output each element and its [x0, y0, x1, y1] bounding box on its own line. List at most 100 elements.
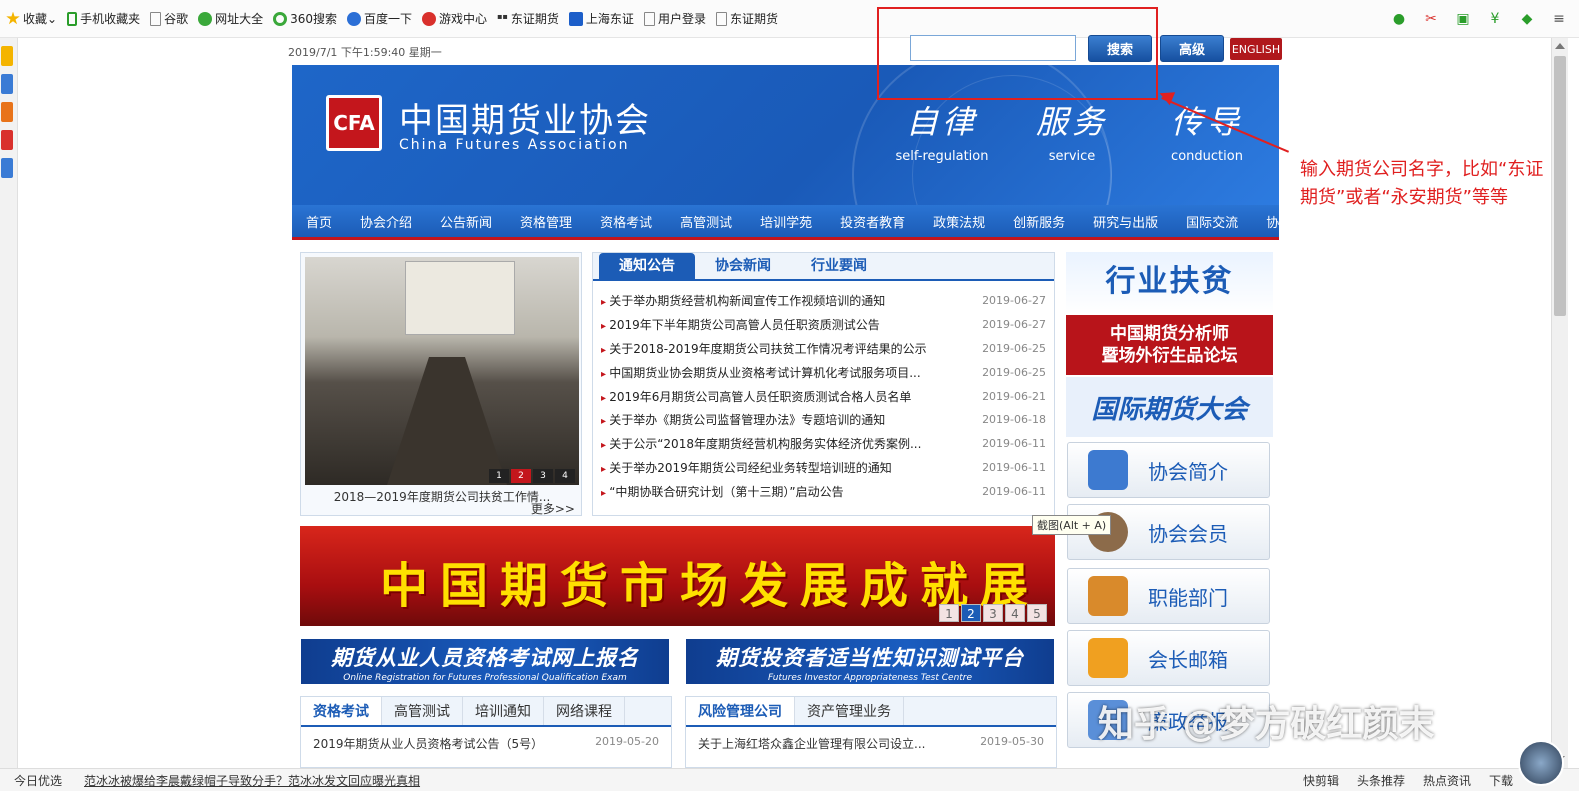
analyst-forum-banner[interactable]: 中国期货分析师 暨场外衍生品论坛 [1066, 315, 1273, 375]
nav-research[interactable]: 研究与出版 [1079, 212, 1172, 231]
watermark: 知乎 @梦方破红颜末 [1098, 704, 1435, 745]
weibo-icon[interactable] [1, 130, 13, 150]
nav-training[interactable]: 培训学苑 [746, 212, 826, 231]
list-item[interactable]: 关于举办2019年期货公司经纪业务转型培训班的通知2019-06-11 [601, 456, 1046, 480]
fav-item-baidu[interactable]: 百度一下 [347, 10, 412, 27]
fav-item-hao[interactable]: 网址大全 [198, 10, 263, 27]
tab-assoc-news[interactable]: 协会新闻 [695, 253, 791, 279]
risk-panel: 风险管理公司 资产管理业务 关于上海红塔众鑫企业管理有限公司设立... 2019… [685, 696, 1057, 768]
star-icon[interactable] [1, 46, 13, 66]
plus-circle-icon [198, 11, 213, 26]
fav-item-dzqh2[interactable]: 东证期货 [715, 10, 778, 27]
fav-item-dzqh[interactable]: ▪▪ 东证期货 [497, 10, 559, 27]
app-icon[interactable] [1, 102, 13, 122]
nav-exec-test[interactable]: 高管测试 [666, 212, 746, 231]
nav-investor-edu[interactable]: 投资者教育 [826, 212, 919, 231]
nav-home[interactable]: 首页 [292, 212, 346, 231]
today-pick[interactable]: 今日优选 [0, 772, 62, 789]
list-icon[interactable] [1, 74, 13, 94]
doc-icon[interactable] [1, 158, 13, 178]
tab-industry-news[interactable]: 行业要闻 [791, 253, 887, 279]
list-item[interactable]: 关于上海红塔众鑫企业管理有限公司设立... 2019-05-30 [686, 727, 1056, 752]
notice-tabs: 通知公告 协会新闻 行业要闻 [593, 253, 1054, 281]
list-item[interactable]: 关于举办《期货公司监督管理办法》专题培训的通知2019-06-18 [601, 408, 1046, 432]
slider-page-active[interactable]: 2 [511, 469, 531, 483]
meeting-photo[interactable]: 1 2 3 4 [305, 257, 579, 485]
tab-exam[interactable]: 资格考试 [301, 697, 382, 725]
tab-asset-mgmt[interactable]: 资产管理业务 [795, 697, 904, 725]
fav-item-collect[interactable]: 收藏 ⌄ [6, 10, 57, 27]
nav-qualification[interactable]: 资格管理 [506, 212, 586, 231]
hot-news-button[interactable]: 热点资讯 [1423, 772, 1471, 789]
scroll-up-icon[interactable] [1555, 43, 1565, 49]
banner-page-active[interactable]: 2 [961, 604, 981, 622]
fav-item-mobile[interactable]: 手机收藏夹 [67, 10, 140, 27]
fav-item-google[interactable]: 谷歌 [150, 10, 188, 27]
avatar[interactable] [1518, 740, 1564, 786]
tab-online-course[interactable]: 网络课程 [544, 697, 625, 725]
nav-about[interactable]: 协会介绍 [346, 212, 426, 231]
tab-exec-test[interactable]: 高管测试 [382, 697, 463, 725]
list-item[interactable]: 2019年期货从业人员资格考试公告（5号） 2019-05-20 [301, 727, 671, 752]
quick-edit-button[interactable]: 快剪辑 [1303, 772, 1339, 789]
banner-page[interactable]: 4 [1005, 604, 1025, 622]
list-item[interactable]: 关于公示“2018年度期货经营机构服务实体经济优秀案例...2019-06-11 [601, 432, 1046, 456]
tab-training-notice[interactable]: 培训通知 [463, 697, 544, 725]
advanced-search-button[interactable]: 高级 [1160, 35, 1224, 62]
banner-page[interactable]: 5 [1027, 604, 1047, 622]
intl-conference-banner[interactable]: 国际期货大会 [1066, 377, 1273, 437]
list-item[interactable]: 中国期货业协会期货从业资格考试计算机化考试服务项目...2019-06-25 [601, 360, 1046, 384]
shield-icon[interactable]: ● [1389, 9, 1409, 29]
exhibition-banner[interactable]: 中国期货市场发展成就展 1 2 3 4 5 [300, 526, 1055, 626]
nav-mailbox[interactable]: 协会邮箱 [1252, 212, 1332, 231]
poverty-alleviation-banner[interactable]: 行业扶贫 [1066, 252, 1273, 314]
banner-page[interactable]: 1 [939, 604, 959, 622]
scissors-icon[interactable]: ✂ [1421, 9, 1441, 29]
news-ticker[interactable]: 范冰冰被爆给李晨戴绿帽子导致分手？范冰冰发文回应曝光真相 [84, 772, 420, 789]
logo[interactable]: CFA [326, 95, 382, 151]
blue-square-icon [568, 11, 583, 26]
menu-departments-button[interactable]: 职能部门 [1067, 568, 1270, 624]
banner-page[interactable]: 3 [983, 604, 1003, 622]
menu-president-mail-button[interactable]: 会长邮箱 [1067, 630, 1270, 686]
english-button[interactable]: ENGLISH [1230, 38, 1282, 60]
conference-table [387, 357, 507, 485]
feature-slider: 1 2 3 4 2018—2019年度期货公司扶贫工作情... 更多>> [300, 252, 582, 516]
fav-item-shdz[interactable]: 上海东证 [568, 10, 634, 27]
fav-item-360[interactable]: 360搜索 [273, 10, 337, 27]
fav-item-login[interactable]: 用户登录 [643, 10, 706, 27]
vertical-scrollbar[interactable] [1551, 38, 1568, 768]
list-item[interactable]: “中期协联合研究计划（第十三期）”启动公告2019-06-11 [601, 479, 1046, 503]
fav-item-game[interactable]: 游戏中心 [422, 10, 487, 27]
feature-more-link[interactable]: 更多>> [531, 500, 575, 517]
list-item[interactable]: 2019年下半年期货公司高管人员任职资质测试公告2019-06-27 [601, 313, 1046, 337]
nav-exam[interactable]: 资格考试 [586, 212, 666, 231]
slider-page[interactable]: 4 [555, 469, 575, 483]
gamepad-icon[interactable]: ◆ [1517, 9, 1537, 29]
tab-notices[interactable]: 通知公告 [599, 253, 695, 279]
menu-icon[interactable]: ≡ [1549, 9, 1569, 29]
list-item[interactable]: 2019年6月期货公司高管人员任职资质测试合格人员名单2019-06-21 [601, 384, 1046, 408]
exam-registration-banner[interactable]: 期货从业人员资格考试网上报名 Online Registration for F… [301, 639, 669, 684]
translate-icon[interactable]: ▣ [1453, 9, 1473, 29]
nav-policy[interactable]: 政策法规 [919, 212, 999, 231]
nav-news[interactable]: 公告新闻 [426, 212, 506, 231]
org-name-en: China Futures Association [399, 137, 630, 153]
list-item[interactable]: 关于举办期货经营机构新闻宣传工作视频培训的通知2019-06-27 [601, 289, 1046, 313]
money-icon[interactable]: ¥ [1485, 9, 1505, 29]
list-item[interactable]: 关于2018-2019年度期货公司扶贫工作情况考评结果的公示2019-06-25 [601, 337, 1046, 361]
nav-innovation[interactable]: 创新服务 [999, 212, 1079, 231]
nav-international[interactable]: 国际交流 [1172, 212, 1252, 231]
slider-page[interactable]: 3 [533, 469, 553, 483]
scrollbar-thumb[interactable] [1554, 56, 1566, 316]
slider-page[interactable]: 1 [489, 469, 509, 483]
risk-tabs: 风险管理公司 资产管理业务 [686, 697, 1056, 727]
investor-test-banner[interactable]: 期货投资者适当性知识测试平台 Futures Investor Appropri… [686, 639, 1054, 684]
menu-about-button[interactable]: 协会简介 [1067, 442, 1270, 498]
slogan-self-regulation: 自律 self-regulation [895, 103, 989, 164]
tab-risk-mgmt[interactable]: 风险管理公司 [686, 697, 795, 725]
dz-icon: ▪▪ [497, 11, 508, 21]
headline-button[interactable]: 头条推荐 [1357, 772, 1405, 789]
download-button[interactable]: 下载 [1489, 772, 1513, 789]
star-icon [6, 11, 20, 25]
